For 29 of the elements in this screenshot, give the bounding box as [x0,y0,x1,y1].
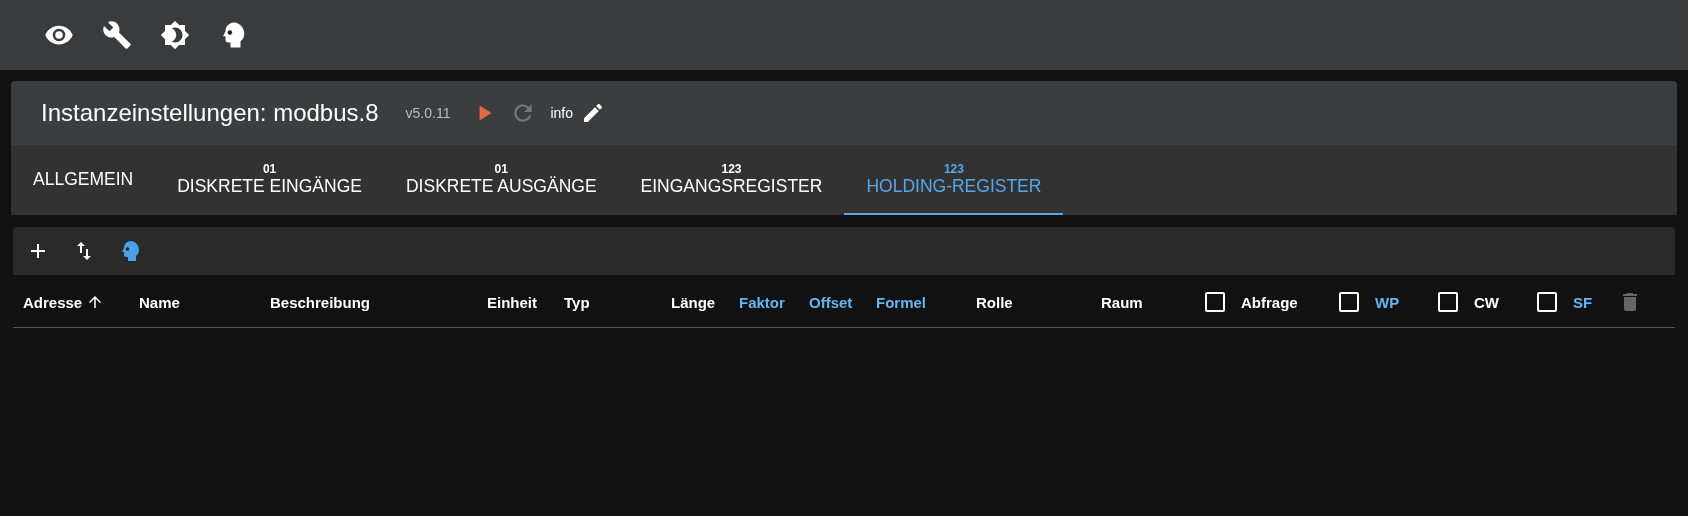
select-all-checkbox[interactable] [1537,292,1557,312]
column-header[interactable]: SF [1573,293,1593,311]
select-all-checkbox[interactable] [1205,292,1225,312]
column-header[interactable]: Einheit [487,293,537,311]
column-header[interactable]: Beschreibung [270,293,371,311]
brightness-icon[interactable] [160,20,190,50]
select-all-checkbox[interactable] [1339,292,1359,312]
tab[interactable]: 01 DISKRETE AUSGÄNGE [383,145,619,215]
column-header[interactable]: Länge [671,293,716,311]
column-header[interactable]: Name [139,293,180,311]
column-header[interactable]: CW [1474,293,1499,311]
wrench-icon[interactable] [102,20,132,50]
column-header[interactable]: Rolle [976,293,1013,311]
page-title: Instanzeinstellungen: modbus.8 [41,99,379,127]
select-all-checkbox[interactable] [1438,292,1458,312]
column-header[interactable]: Raum [1101,293,1143,311]
tab[interactable]: 123 EINGANGSREGISTER [618,145,845,215]
column-header[interactable]: Formel [876,293,926,311]
version-label: v5.0.11 [405,105,451,121]
tab[interactable]: 01 DISKRETE EINGÄNGE [155,145,384,215]
tab[interactable]: 123 HOLDING-REGISTER [844,145,1064,215]
column-header[interactable]: Faktor [739,293,785,311]
column-header[interactable]: Typ [564,293,590,311]
column-header[interactable]: Adresse [23,293,83,311]
column-header[interactable]: Abfrage [1241,293,1298,311]
info-label: info [550,105,574,121]
column-header[interactable]: WP [1375,293,1400,311]
tab[interactable]: ALLGEMEIN [11,145,156,215]
column-header[interactable]: Offset [809,293,853,311]
